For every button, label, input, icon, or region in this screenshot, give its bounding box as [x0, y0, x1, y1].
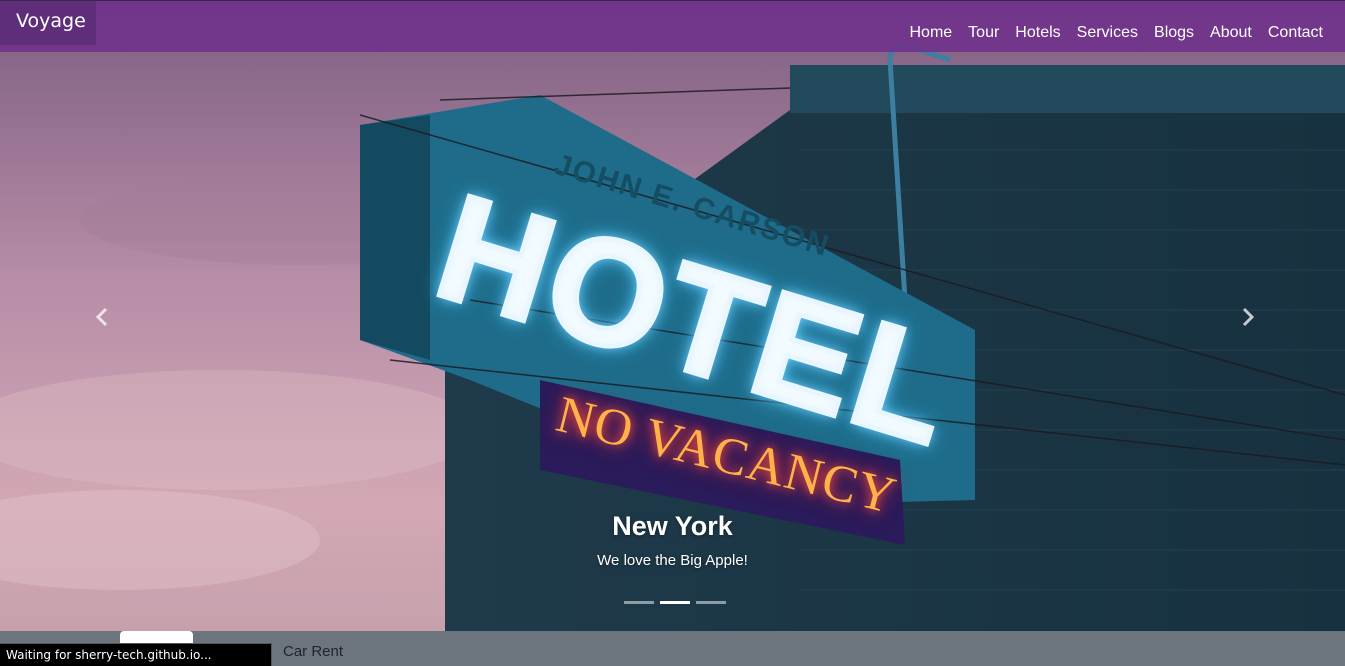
nav-links: Home Tour Hotels Services Blogs About Co… — [901, 21, 1331, 45]
hero-carousel: JOHN E. CARSON HOTEL NO VACANCY Voyage H… — [0, 0, 1345, 631]
carousel-caption: New York We love the Big Apple! — [0, 508, 1345, 569]
nav-link-contact[interactable]: Contact — [1260, 21, 1331, 45]
carousel-prev-button[interactable] — [82, 300, 122, 334]
carousel-next-button[interactable] — [1228, 300, 1268, 334]
nav-link-services[interactable]: Services — [1069, 21, 1146, 45]
nav-link-about[interactable]: About — [1202, 21, 1260, 45]
caption-text: We love the Big Apple! — [597, 552, 748, 569]
chevron-right-icon — [1242, 307, 1255, 327]
caption-title: New York — [612, 511, 733, 541]
nav-link-home[interactable]: Home — [901, 21, 960, 45]
car-rent-link[interactable]: Car Rent — [283, 643, 343, 660]
nav-link-blogs[interactable]: Blogs — [1146, 21, 1202, 45]
brand-logo[interactable]: Voyage — [0, 1, 96, 45]
carousel-indicator-1[interactable] — [624, 601, 654, 604]
nav-link-hotels[interactable]: Hotels — [1007, 21, 1068, 45]
carousel-indicator-2[interactable] — [660, 601, 690, 604]
carousel-indicators — [624, 601, 726, 604]
navbar: Voyage Home Tour Hotels Services Blogs A… — [0, 0, 1345, 52]
browser-status-bar: Waiting for sherry-tech.github.io... — [0, 643, 272, 666]
carousel-indicator-3[interactable] — [696, 601, 726, 604]
chevron-left-icon — [95, 307, 108, 327]
nav-link-tour[interactable]: Tour — [960, 21, 1007, 45]
